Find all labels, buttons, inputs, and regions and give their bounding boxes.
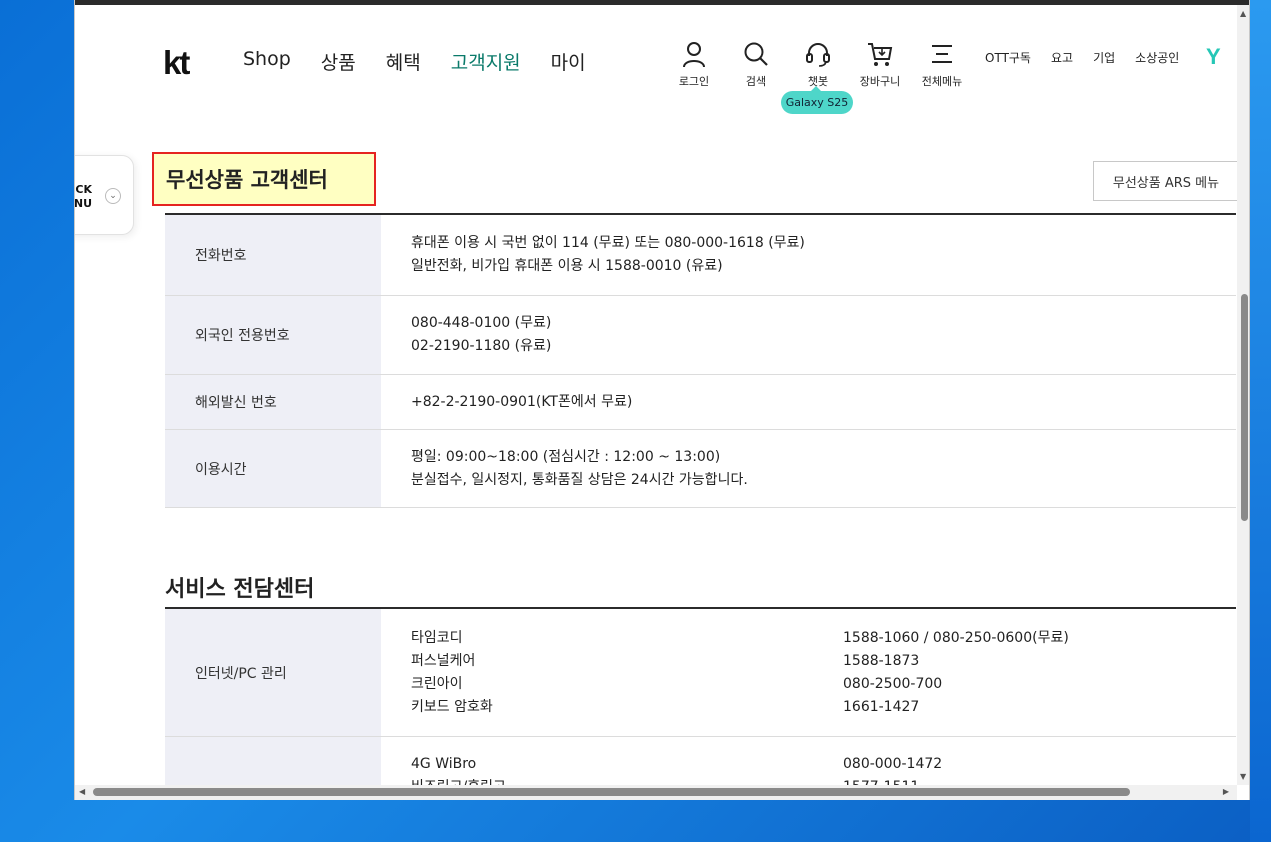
quick-menu-line2: NU (74, 197, 92, 210)
service-number: 1588-1060 / 080-250-0600(무료) (843, 629, 1069, 646)
table-row: 해외발신 번호 +82-2-2190-0901(KT폰에서 무료) (165, 375, 1236, 430)
row-line: 일반전화, 비가입 휴대폰 이용 시 1588-0010 (유료) (411, 258, 723, 274)
row-line: 평일: 09:00~18:00 (점심시간 : 12:00 ~ 13:00) (411, 448, 721, 465)
window-top-border (75, 0, 1249, 5)
service-name: 키보드 암호화 (411, 698, 493, 715)
service-number: 080-000-1472 (843, 756, 943, 772)
quick-menu-line1: CK (75, 183, 92, 196)
table-row: 전화번호 휴대폰 이용 시 국번 없이 114 (무료) 또는 080-000-… (165, 215, 1236, 296)
section-title: 무선상품 고객센터 (166, 168, 328, 192)
row-content: 휴대폰 이용 시 국번 없이 114 (무료) 또는 080-000-1618 … (381, 215, 1236, 295)
vertical-scroll-thumb[interactable] (1241, 294, 1248, 521)
horizontal-scrollbar[interactable]: ◀ ▶ (75, 785, 1237, 800)
row-line: +82-2-2190-0901(KT폰에서 무료) (411, 393, 633, 410)
vertical-scrollbar[interactable]: ▲ ▼ (1237, 5, 1249, 785)
row-header: 인터넷/PC 관리 (165, 609, 381, 736)
service-name: 타임코디 (411, 629, 463, 646)
main-nav: Shop 상품 혜택 고객지원 마이 (243, 48, 586, 75)
row-header: 해외발신 번호 (165, 375, 381, 429)
kt-logo[interactable]: kt (163, 46, 190, 79)
service-number: 1661-1427 (843, 698, 920, 715)
table-row: 인터넷/PC 관리 타임코디 퍼스널케어 크린아이 키보드 암호화 1588-1… (165, 609, 1236, 737)
login-button[interactable]: 로그인 (663, 40, 725, 89)
search-icon (744, 42, 768, 66)
row-content: 080-448-0100 (무료) 02-2190-1180 (유료) (381, 296, 1236, 374)
horizontal-scroll-thumb[interactable] (93, 788, 1130, 796)
quick-menu[interactable]: CK NU ⌄ (74, 155, 134, 235)
search-label: 검색 (745, 75, 767, 88)
service-center-title: 서비스 전담센터 (165, 577, 315, 602)
service-number: 1588-1873 (843, 652, 920, 669)
link-ott[interactable]: OTT구독 (985, 49, 1031, 66)
row-line: 휴대폰 이용 시 국번 없이 114 (무료) 또는 080-000-1618 … (411, 235, 805, 251)
cart-icon (868, 43, 893, 66)
all-menu-button[interactable]: 전체메뉴 (911, 40, 973, 89)
search-button[interactable]: 검색 (725, 40, 787, 89)
scroll-down-arrow-icon[interactable]: ▼ (1240, 772, 1246, 781)
row-line: 02-2190-1180 (유료) (411, 338, 552, 354)
nav-customer-support[interactable]: 고객지원 (451, 48, 521, 75)
chatbot-button[interactable]: 챗봇 (787, 40, 849, 89)
service-names: 타임코디 퍼스널케어 크린아이 키보드 암호화 (411, 627, 843, 719)
row-header: 이용시간 (165, 430, 381, 507)
scroll-left-arrow-icon[interactable]: ◀ (79, 787, 85, 796)
galaxy-badge[interactable]: Galaxy S25 (781, 86, 853, 114)
nav-my[interactable]: 마이 (551, 48, 586, 75)
browser-window: kt Shop 상품 혜택 고객지원 마이 로그인 검색 챗봇 장바구니 전체메… (74, 0, 1250, 800)
cart-label: 장바구니 (859, 75, 901, 88)
row-header: 전화번호 (165, 215, 381, 295)
headset-icon (806, 43, 830, 67)
desktop-background (1250, 0, 1271, 842)
service-name: 크린아이 (411, 675, 463, 692)
row-content: +82-2-2190-0901(KT폰에서 무료) (381, 375, 1236, 429)
chevron-down-icon[interactable]: ⌄ (105, 188, 121, 204)
service-name: 퍼스널케어 (411, 652, 476, 669)
login-label: 로그인 (678, 75, 710, 88)
row-content: 타임코디 퍼스널케어 크린아이 키보드 암호화 1588-1060 / 080-… (381, 609, 1236, 736)
nav-benefits[interactable]: 혜택 (386, 48, 421, 75)
contact-table: 전화번호 휴대폰 이용 시 국번 없이 114 (무료) 또는 080-000-… (165, 213, 1236, 508)
nav-shop[interactable]: Shop (243, 48, 291, 75)
quick-menu-label: CK NU (74, 183, 92, 211)
scroll-up-arrow-icon[interactable]: ▲ (1240, 9, 1246, 18)
row-line: 분실접수, 일시정지, 통화품질 상담은 24시간 가능합니다. (411, 471, 748, 488)
table-row: 이용시간 평일: 09:00~18:00 (점심시간 : 12:00 ~ 13:… (165, 430, 1236, 508)
all-menu-label: 전체메뉴 (921, 75, 963, 88)
person-icon (683, 42, 705, 68)
service-numbers: 1588-1060 / 080-250-0600(무료) 1588-1873 0… (843, 627, 1206, 719)
service-table: 인터넷/PC 관리 타임코디 퍼스널케어 크린아이 키보드 암호화 1588-1… (165, 607, 1236, 800)
scroll-right-arrow-icon[interactable]: ▶ (1223, 787, 1229, 796)
row-line: 080-448-0100 (무료) (411, 315, 552, 331)
nav-products[interactable]: 상품 (321, 48, 356, 75)
link-business[interactable]: 기업 (1093, 49, 1115, 66)
service-number: 080-2500-700 (843, 675, 943, 692)
utility-menu: 로그인 검색 챗봇 장바구니 전체메뉴 (663, 40, 973, 89)
link-yogo[interactable]: 요고 (1051, 49, 1073, 66)
section-title-highlight: 무선상품 고객센터 (152, 152, 376, 206)
menu-icon (932, 45, 952, 63)
link-small-business[interactable]: 소상공인 (1135, 49, 1179, 66)
ars-menu-button[interactable]: 무선상품 ARS 메뉴 (1093, 161, 1239, 201)
cart-button[interactable]: 장바구니 (849, 40, 911, 89)
sub-links: OTT구독 요고 기업 소상공인 (985, 49, 1179, 66)
table-row: 외국인 전용번호 080-448-0100 (무료) 02-2190-1180 … (165, 296, 1236, 375)
row-header: 외국인 전용번호 (165, 296, 381, 374)
y-brand-logo[interactable]: Y (1206, 44, 1221, 70)
service-name: 4G WiBro (411, 756, 477, 772)
row-content: 평일: 09:00~18:00 (점심시간 : 12:00 ~ 13:00) 분… (381, 430, 1236, 507)
